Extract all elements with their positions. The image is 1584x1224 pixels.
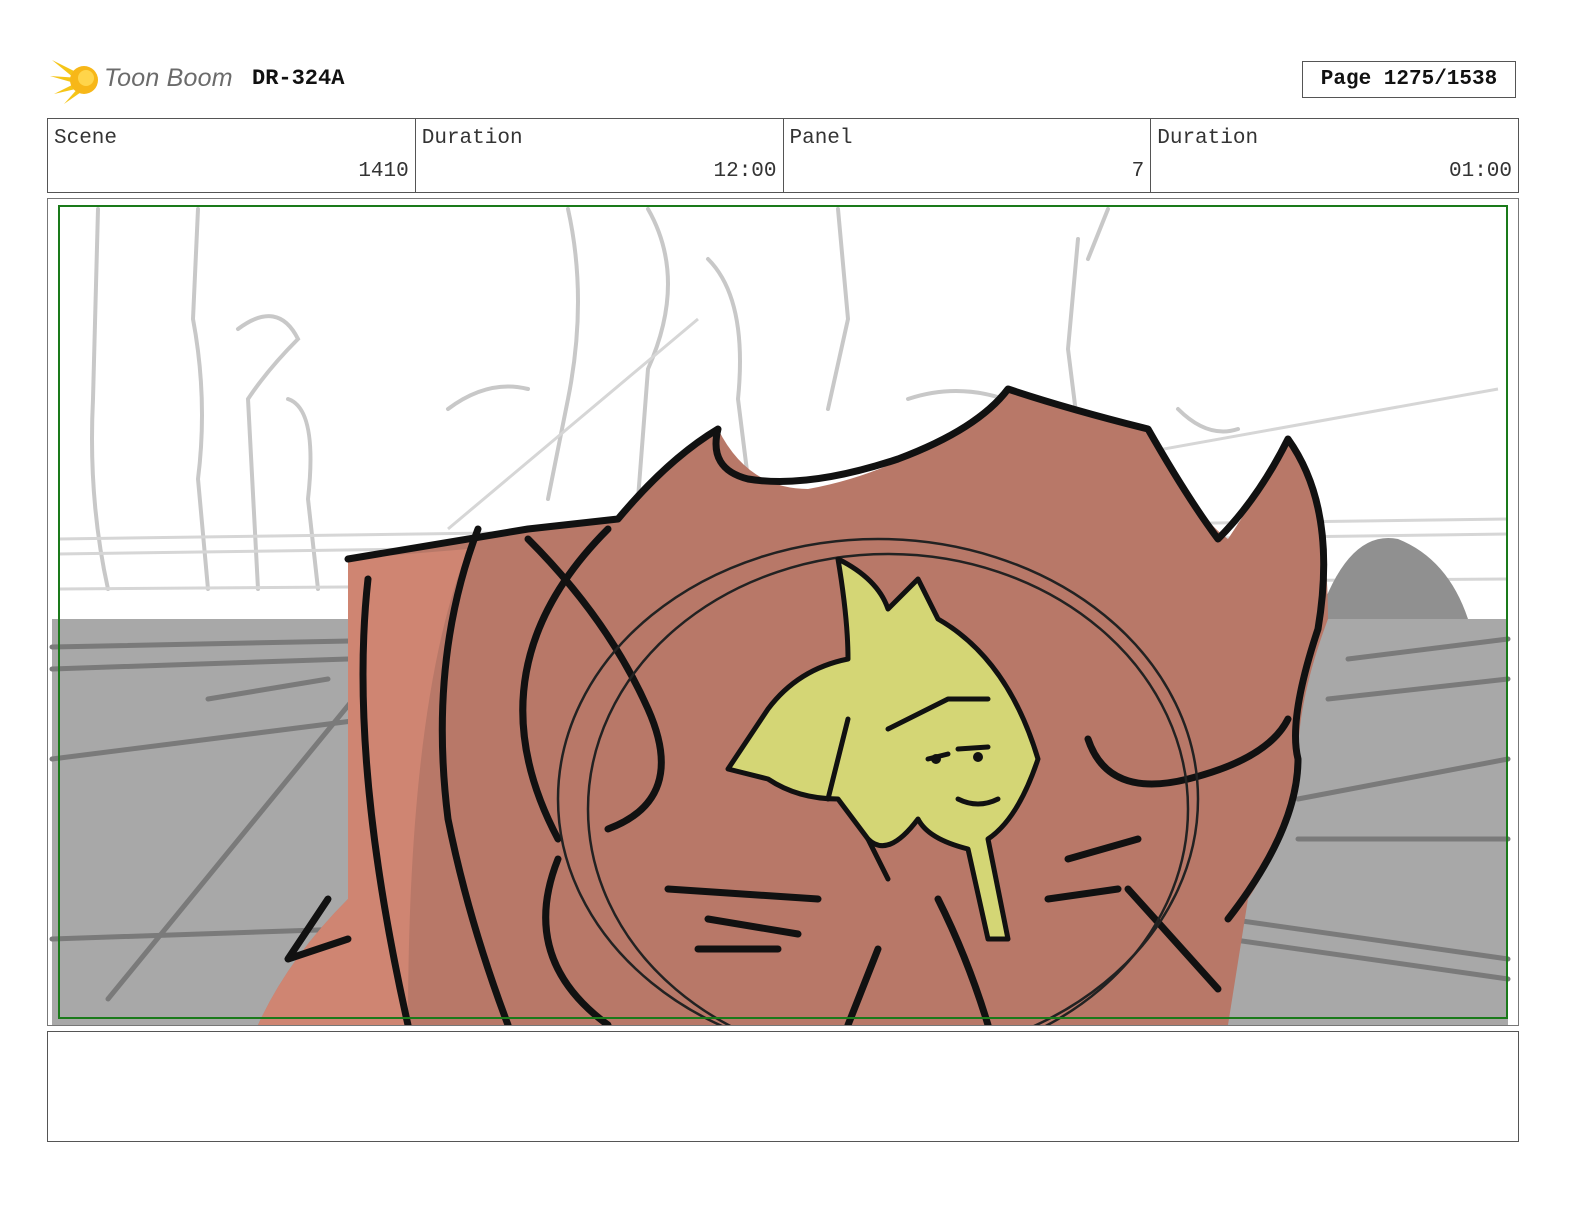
panel-artwork	[48, 199, 1518, 1025]
toon-boom-logo-icon	[50, 60, 98, 104]
panel-label: Panel	[789, 127, 853, 150]
panel-cell: Panel 7	[784, 119, 1152, 192]
project-id: DR-324A	[252, 66, 345, 91]
logo-text: Toon Boom	[104, 64, 233, 92]
scene-value: 1410	[358, 160, 409, 183]
panel-duration-value: 01:00	[1448, 160, 1512, 183]
scene-duration-label: Duration	[421, 127, 523, 150]
page-number: Page 1275/1538	[1302, 61, 1516, 98]
scene-duration-value: 12:00	[713, 160, 777, 183]
scene-label: Scene	[54, 127, 118, 150]
storyboard-panel	[47, 198, 1519, 1026]
scene-duration-cell: Duration 12:00	[416, 119, 784, 192]
info-table: Scene 1410 Duration 12:00 Panel 7 Durati…	[47, 118, 1519, 193]
panel-duration-label: Duration	[1157, 127, 1259, 150]
panel-value: 7	[1131, 160, 1145, 183]
scene-cell: Scene 1410	[48, 119, 416, 192]
panel-duration-cell: Duration 01:00	[1151, 119, 1518, 192]
notes-area	[47, 1031, 1519, 1142]
